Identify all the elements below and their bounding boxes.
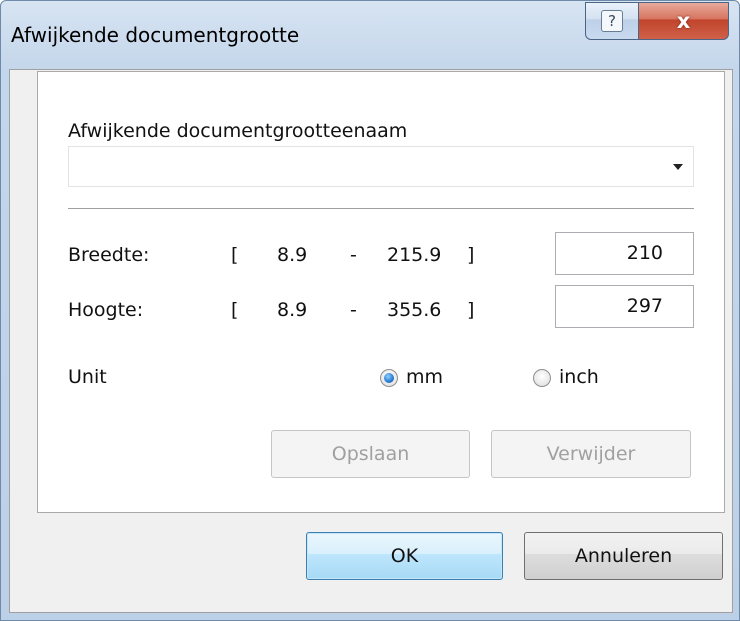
width-input[interactable]: 210: [555, 232, 694, 275]
width-max-value: 215.9: [387, 244, 442, 266]
width-min-value: 8.9: [277, 244, 308, 266]
unit-radio-mm[interactable]: mm: [380, 364, 460, 390]
title-bar[interactable]: Afwijkende documentgrootte ? x: [1, 1, 739, 69]
height-max-value: 355.6: [387, 299, 442, 321]
custom-size-name-combobox[interactable]: [68, 146, 694, 187]
help-icon: ?: [601, 10, 623, 32]
dialog-title: Afwijkende documentgrootte: [11, 23, 300, 47]
width-label: Breedte:: [68, 244, 150, 266]
section-divider: [68, 208, 694, 209]
save-button-label: Opslaan: [331, 443, 410, 465]
height-label: Hoogte:: [68, 299, 144, 321]
save-button[interactable]: Opslaan: [271, 430, 470, 478]
cancel-button-label: Annuleren: [574, 545, 673, 567]
height-range-dash: -: [350, 299, 357, 321]
width-open-bracket: [: [231, 244, 239, 266]
delete-button-label: Verwijder: [546, 443, 636, 465]
title-bar-buttons: ? x: [585, 2, 729, 40]
help-button[interactable]: ?: [585, 2, 639, 40]
unit-option-mm-label: mm: [406, 366, 444, 388]
close-button[interactable]: x: [639, 2, 729, 40]
height-min-value: 8.9: [277, 299, 308, 321]
height-open-bracket: [: [231, 299, 239, 321]
unit-radio-inch[interactable]: inch: [533, 364, 623, 390]
width-range-dash: -: [350, 244, 357, 266]
unit-option-inch-label: inch: [559, 366, 599, 388]
close-icon: x: [676, 8, 691, 33]
delete-button[interactable]: Verwijder: [491, 430, 691, 478]
chevron-down-icon[interactable]: [673, 164, 683, 170]
settings-panel: Afwijkende documentgrootteenaam Breedte:…: [37, 71, 725, 513]
dialog-window: Afwijkende documentgrootte ? x Afwijkend…: [0, 0, 740, 621]
ok-button[interactable]: OK: [306, 532, 503, 580]
unit-label: Unit: [68, 366, 107, 388]
radio-unselected-icon[interactable]: [533, 369, 551, 387]
ok-button-label: OK: [390, 545, 419, 567]
height-input[interactable]: 297: [555, 285, 694, 328]
cancel-button[interactable]: Annuleren: [524, 532, 723, 580]
radio-selected-icon[interactable]: [380, 369, 398, 387]
custom-size-name-label: Afwijkende documentgrootteenaam: [68, 120, 408, 142]
height-close-bracket: ]: [467, 299, 475, 321]
dialog-client-area: Afwijkende documentgrootteenaam Breedte:…: [9, 69, 733, 613]
width-close-bracket: ]: [467, 244, 475, 266]
